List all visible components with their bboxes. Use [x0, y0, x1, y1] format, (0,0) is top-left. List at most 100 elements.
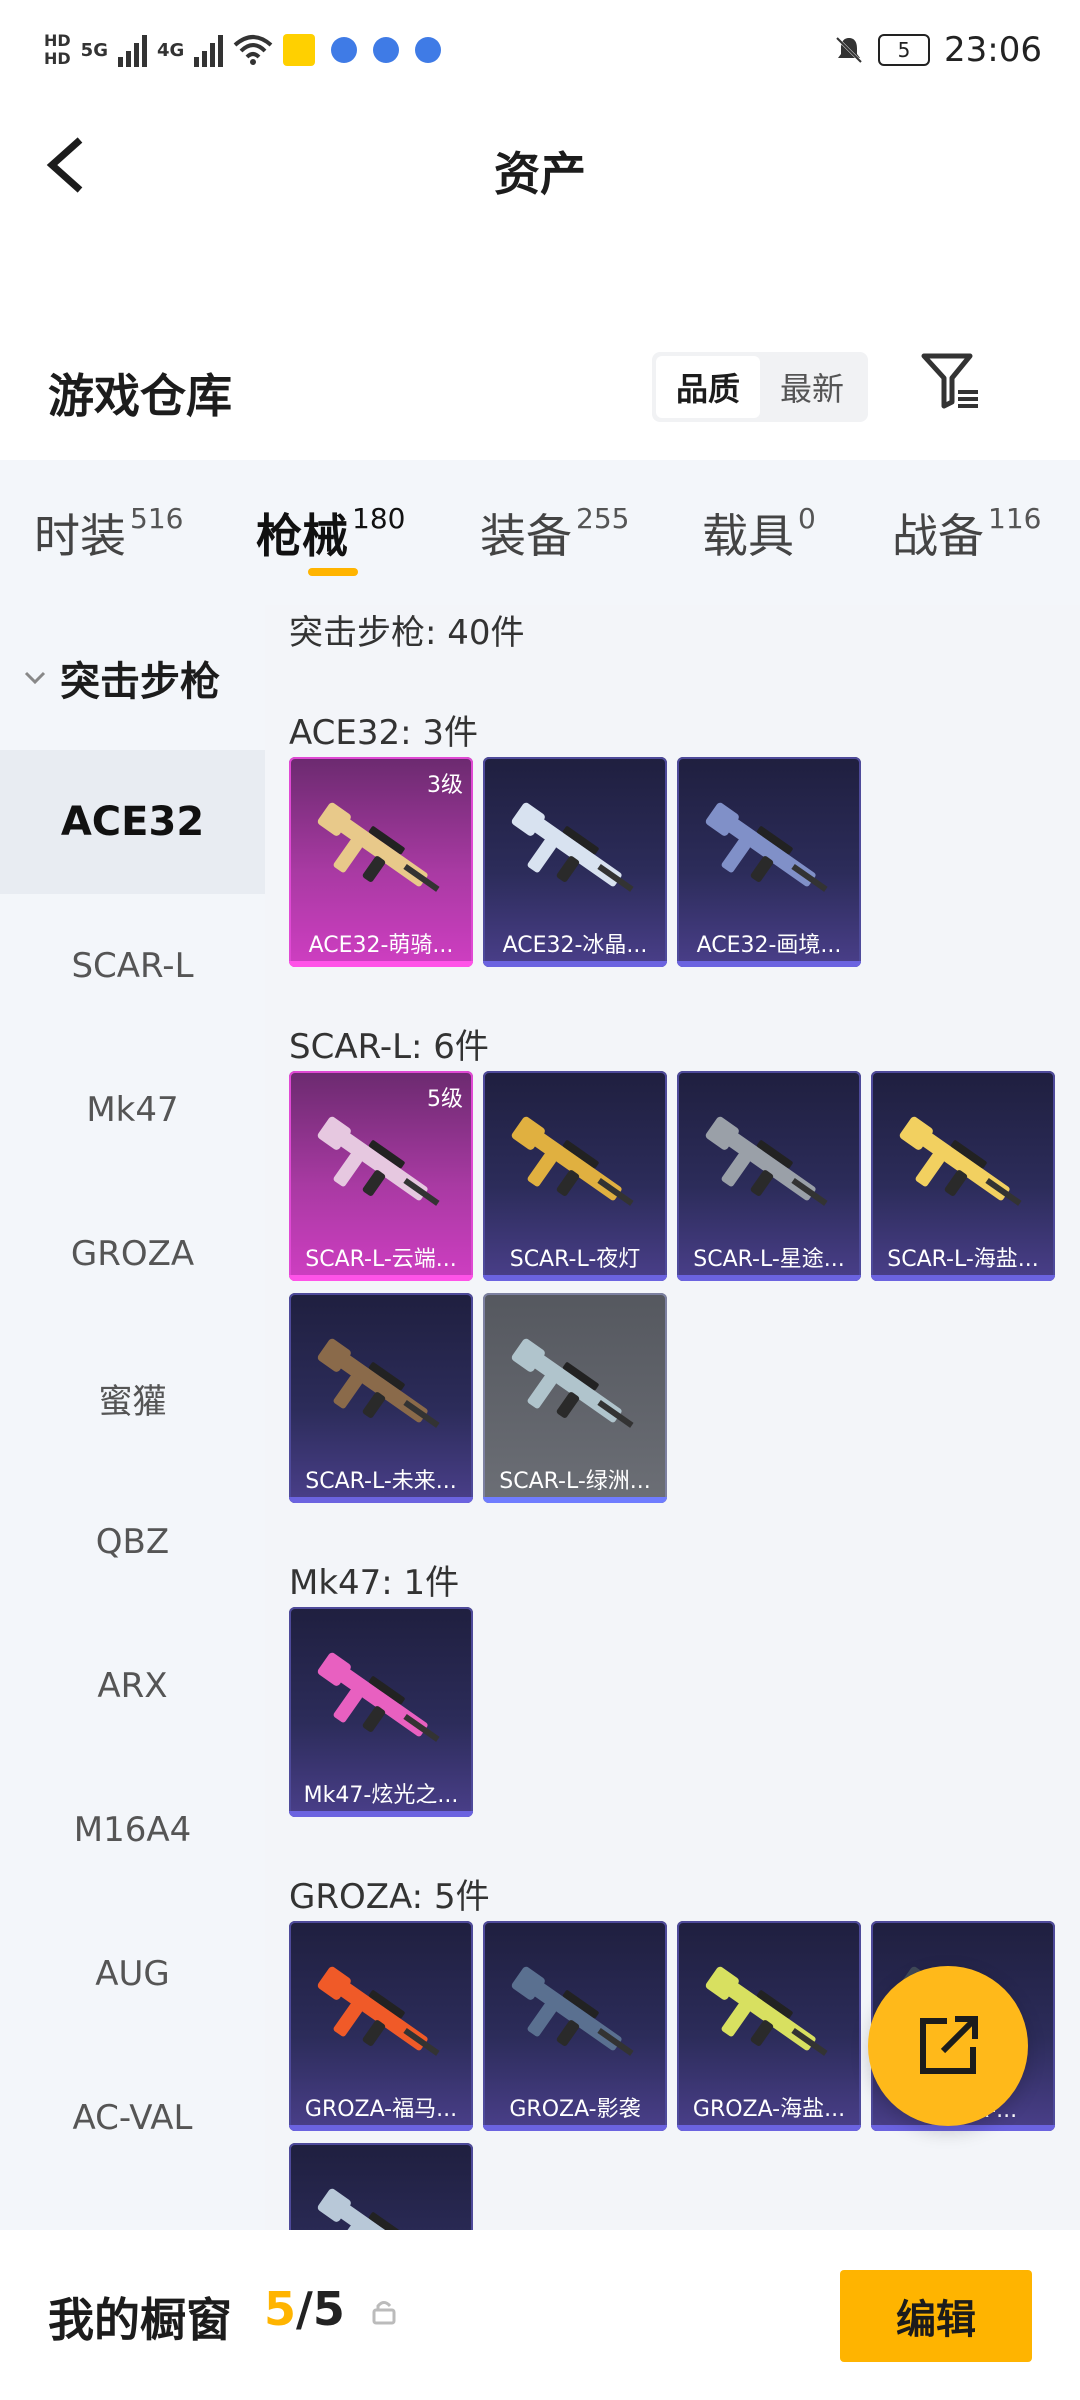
filter-icon[interactable] [918, 348, 984, 414]
chevron-down-icon [24, 671, 46, 684]
clock: 23:06 [944, 30, 1042, 70]
tab-count: 516 [130, 502, 184, 535]
weapon-card[interactable]: SCAR-L-绿洲... [483, 1293, 667, 1503]
tab-count: 255 [576, 502, 630, 535]
weapon-card[interactable]: SCAR-L-海盐... [871, 1071, 1055, 1281]
weapon-card[interactable]: Mk47-炫光之... [289, 1607, 473, 1817]
sidebar-item-ac-val[interactable]: AC-VAL [0, 2046, 265, 2190]
weapon-card[interactable]: ACE32-冰晶... [483, 757, 667, 967]
weapon-skin-icon [511, 802, 634, 892]
weapon-card[interactable]: GROZA-影袭 [483, 1921, 667, 2131]
tab-label: 枪械 [256, 509, 348, 563]
network-4g-label: 4G [156, 39, 185, 61]
sidebar-item-honey-badger[interactable]: 蜜獾 [0, 1326, 265, 1470]
weapon-name: ACE32-萌骑... [308, 933, 454, 958]
battery-indicator: 5 [878, 34, 931, 66]
warehouse-header: 游戏仓库 品质 最新 [0, 330, 1080, 450]
sidebar-item-ace32[interactable]: ACE32 [0, 750, 265, 894]
tab-count: 116 [988, 502, 1042, 535]
share-button[interactable] [868, 1966, 1028, 2126]
tab-guns[interactable]: 枪械 180 [256, 500, 405, 566]
tab-fashion[interactable]: 时装 516 [34, 500, 183, 566]
weapon-level: 3级 [427, 773, 463, 798]
sidebar-item-groza[interactable]: GROZA [0, 1182, 265, 1326]
sidebar-item-scar-l[interactable]: SCAR-L [0, 894, 265, 1038]
sidebar-item-mk47[interactable]: Mk47 [0, 1038, 265, 1182]
weapon-skin-icon [705, 1116, 828, 1206]
rarity-bar [677, 2125, 861, 2131]
app-notification-icon [283, 34, 316, 66]
tab-label: 载具 [702, 509, 794, 563]
weapon-card[interactable]: GROZA-福马... [289, 1921, 473, 2131]
sort-newest-button[interactable]: 最新 [760, 356, 864, 418]
sidebar-item-m16a4[interactable]: M16A4 [0, 1758, 265, 1902]
weapon-name: SCAR-L-未来... [305, 1469, 457, 1494]
rarity-bar [483, 1275, 667, 1281]
sidebar-item-qbz[interactable]: QBZ [0, 1470, 265, 1614]
weapon-card[interactable] [289, 2143, 473, 2230]
rarity-bar [677, 961, 861, 967]
lock-icon [372, 2301, 396, 2325]
weapon-skin-icon [317, 802, 440, 892]
weapon-name: SCAR-L-云端... [305, 1247, 457, 1272]
weapon-level: 5级 [427, 1087, 463, 1112]
weapon-skin-icon [317, 1116, 440, 1206]
wifi-icon [233, 35, 273, 65]
showcase-bar: 我的橱窗 5/5 编辑 [0, 2232, 1080, 2400]
app-notification-dot-icon [331, 37, 358, 63]
tab-supplies[interactable]: 战备 116 [892, 500, 1041, 566]
rarity-bar [871, 2125, 1055, 2131]
weapon-skin-icon [511, 1338, 634, 1428]
weapon-name: SCAR-L-绿洲... [499, 1469, 651, 1494]
weapon-name: GROZA-福马... [304, 2097, 458, 2122]
rarity-bar [483, 961, 667, 967]
rarity-bar [289, 1497, 473, 1503]
weapon-skin-icon [705, 1966, 828, 2056]
sidebar-group-header[interactable]: 突击步枪 [0, 605, 265, 750]
sidebar-item-arx[interactable]: ARX [0, 1614, 265, 1758]
weapon-name: SCAR-L-海盐... [887, 1247, 1039, 1272]
group-title: SCAR-L: 6件 [289, 1027, 489, 1067]
sort-quality-button[interactable]: 品质 [656, 356, 760, 418]
showcase-count-current: 5 [264, 2282, 297, 2336]
group-title: ACE32: 3件 [289, 713, 479, 753]
weapon-skin-icon [511, 1116, 634, 1206]
rarity-bar [677, 1275, 861, 1281]
tab-count: 180 [352, 502, 406, 535]
weapon-card[interactable]: SCAR-L-未来... [289, 1293, 473, 1503]
hd-indicator: HD HD [44, 32, 71, 68]
weapon-name: SCAR-L-星途... [693, 1247, 845, 1272]
edit-button[interactable]: 编辑 [840, 2270, 1032, 2362]
rarity-bar [289, 961, 473, 967]
tab-equipment[interactable]: 装备 255 [480, 500, 629, 566]
mute-bell-icon [835, 36, 863, 64]
weapon-name: SCAR-L-夜灯 [509, 1247, 641, 1272]
tab-label: 时装 [34, 509, 126, 563]
group-title: GROZA: 5件 [289, 1877, 490, 1917]
weapon-card[interactable]: ACE32-画境... [677, 757, 861, 967]
share-icon [920, 2016, 978, 2074]
weapon-card[interactable]: GROZA-海盐... [677, 1921, 861, 2131]
weapon-card[interactable]: SCAR-L-星途... [677, 1071, 861, 1281]
status-left: HD HD 5G 4G [44, 22, 442, 78]
network-5g-label: 5G [80, 39, 108, 61]
weapon-skin-icon [317, 1966, 440, 2056]
sort-toggle: 品质 最新 [652, 352, 868, 422]
weapon-card[interactable]: SCAR-L-夜灯 [483, 1071, 667, 1281]
weapon-name: ACE32-冰晶... [502, 933, 648, 958]
weapon-card[interactable]: 3级 ACE32-萌骑... [289, 757, 473, 967]
hd-label-2: HD [44, 49, 71, 68]
rarity-bar [483, 1497, 667, 1503]
weapon-name: GROZA-影袭 [509, 2097, 641, 2122]
sidebar-item-aug[interactable]: AUG [0, 1902, 265, 2046]
weapon-skin-icon [899, 1116, 1022, 1206]
category-tabs: 时装 516 枪械 180 装备 255 载具 0 战备 116 [0, 460, 1080, 605]
rarity-bar [289, 1811, 473, 1817]
app-notification-dot-icon [373, 37, 400, 63]
weapon-skin-icon [317, 1338, 440, 1428]
weapon-category-sidebar: 突击步枪 ACE32 SCAR-L Mk47 GROZA 蜜獾 QBZ ARX … [0, 605, 265, 2230]
tab-vehicles[interactable]: 载具 0 [702, 500, 816, 566]
section-total: 突击步枪: 40件 [289, 613, 525, 653]
weapon-skin-icon [705, 802, 828, 892]
weapon-card[interactable]: 5级 SCAR-L-云端... [289, 1071, 473, 1281]
